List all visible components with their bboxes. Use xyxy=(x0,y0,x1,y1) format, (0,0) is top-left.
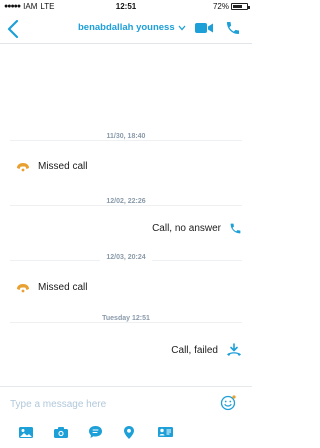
contact-name: benabdallah youness xyxy=(78,22,175,33)
location-pin-icon xyxy=(124,425,134,439)
contact-card-icon xyxy=(158,427,173,437)
conversation-header: benabdallah youness xyxy=(0,14,252,44)
date-separator: 12/02, 22:26 xyxy=(0,198,252,205)
status-bar: ●●●●● IAM LTE 12:51 72% xyxy=(0,0,252,14)
message-input[interactable] xyxy=(10,396,210,412)
battery-fill xyxy=(233,5,243,8)
contact-name-button[interactable]: benabdallah youness xyxy=(78,22,186,33)
call-event-label: Missed call xyxy=(38,161,88,172)
date-label: 12/02, 22:26 xyxy=(100,198,152,205)
video-call-button[interactable] xyxy=(194,21,214,35)
missed-call-icon xyxy=(17,162,29,171)
emoticon-button[interactable] xyxy=(220,395,236,411)
date-label: 11/30, 18:40 xyxy=(100,133,152,140)
date-divider xyxy=(10,322,242,323)
status-right: 72% xyxy=(212,2,250,11)
date-separator: 11/30, 18:40 xyxy=(0,133,252,140)
date-divider xyxy=(10,205,242,206)
call-event-missed[interactable]: Missed call xyxy=(16,282,87,293)
moji-icon xyxy=(89,426,102,438)
location-button[interactable] xyxy=(123,423,135,441)
call-failed-icon xyxy=(227,343,241,356)
compose-area xyxy=(0,386,252,448)
call-event-label: Missed call xyxy=(38,282,88,293)
contact-card-button[interactable] xyxy=(157,423,174,441)
compose-toolbar xyxy=(0,423,252,443)
date-separator: Tuesday 12:51 xyxy=(0,315,252,322)
audio-call-button[interactable] xyxy=(225,20,241,36)
photos-button[interactable] xyxy=(18,423,34,441)
date-label: Tuesday 12:51 xyxy=(96,315,156,322)
date-separator: 12/03, 20:24 xyxy=(0,254,252,261)
camera-icon xyxy=(54,426,68,438)
call-event-missed[interactable]: Missed call xyxy=(16,161,87,172)
missed-call-icon xyxy=(17,283,29,292)
moji-button[interactable] xyxy=(88,423,103,441)
smiley-icon xyxy=(220,395,236,411)
camera-button[interactable] xyxy=(53,423,69,441)
battery-icon xyxy=(231,3,250,10)
phone-icon xyxy=(230,223,241,234)
call-event-failed[interactable]: Call, failed xyxy=(171,343,242,357)
back-button[interactable] xyxy=(4,17,24,41)
date-label: 12/03, 20:24 xyxy=(100,254,152,261)
call-event-outgoing[interactable]: Call, no answer xyxy=(152,222,242,235)
chevron-left-icon xyxy=(7,19,19,39)
date-divider xyxy=(10,140,242,141)
call-event-label: Call, failed xyxy=(171,344,218,356)
photos-icon xyxy=(19,426,33,438)
phone-icon xyxy=(227,22,239,34)
video-camera-icon xyxy=(195,23,213,33)
call-event-label: Call, no answer xyxy=(152,223,221,234)
battery-percent: 72% xyxy=(212,2,229,11)
chevron-down-icon xyxy=(178,25,186,30)
